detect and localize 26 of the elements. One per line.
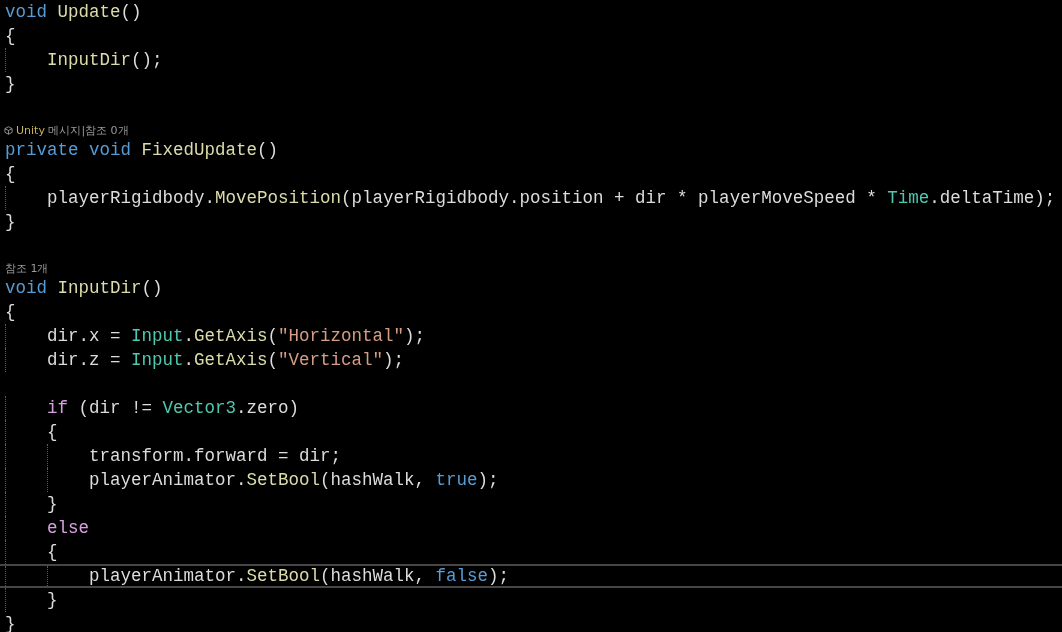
code-line: private void FixedUpdate() bbox=[5, 140, 279, 160]
code-line: void InputDir() bbox=[5, 278, 163, 298]
code-line: { bbox=[5, 26, 16, 46]
code-line: { bbox=[5, 302, 16, 322]
code-line: dir.x = Input.GetAxis("Horizontal"); bbox=[46, 326, 426, 346]
code-line: } bbox=[5, 74, 16, 94]
unity-messages-link[interactable]: Unity bbox=[16, 124, 45, 137]
code-line: playerAnimator.SetBool(hashWalk, false); bbox=[88, 566, 510, 586]
code-line: } bbox=[5, 614, 16, 632]
cube-icon bbox=[4, 126, 13, 135]
code-line: dir.z = Input.GetAxis("Vertical"); bbox=[46, 350, 405, 370]
code-line: transform.forward = dir; bbox=[88, 446, 342, 466]
code-line: void Update() bbox=[5, 2, 142, 22]
code-line: playerAnimator.SetBool(hashWalk, true); bbox=[88, 470, 499, 490]
codelens-text: Unity 메시지|참조 0개 bbox=[16, 123, 129, 138]
code-line: { bbox=[46, 422, 58, 442]
code-line: } bbox=[46, 590, 58, 610]
code-line: { bbox=[5, 164, 16, 184]
code-line: { bbox=[46, 542, 58, 562]
code-line: else bbox=[46, 518, 89, 538]
code-line: InputDir(); bbox=[46, 50, 163, 70]
code-line: } bbox=[46, 494, 58, 514]
code-line: } bbox=[5, 212, 16, 232]
code-line: if (dir != Vector3.zero) bbox=[46, 398, 300, 418]
code-line: playerRigidbody.MovePosition(playerRigidbody.position + dir * playerMoveSpeed * Time.deltaTime); bbox=[46, 188, 1056, 208]
codelens-text: 참조 1개 bbox=[5, 261, 49, 276]
